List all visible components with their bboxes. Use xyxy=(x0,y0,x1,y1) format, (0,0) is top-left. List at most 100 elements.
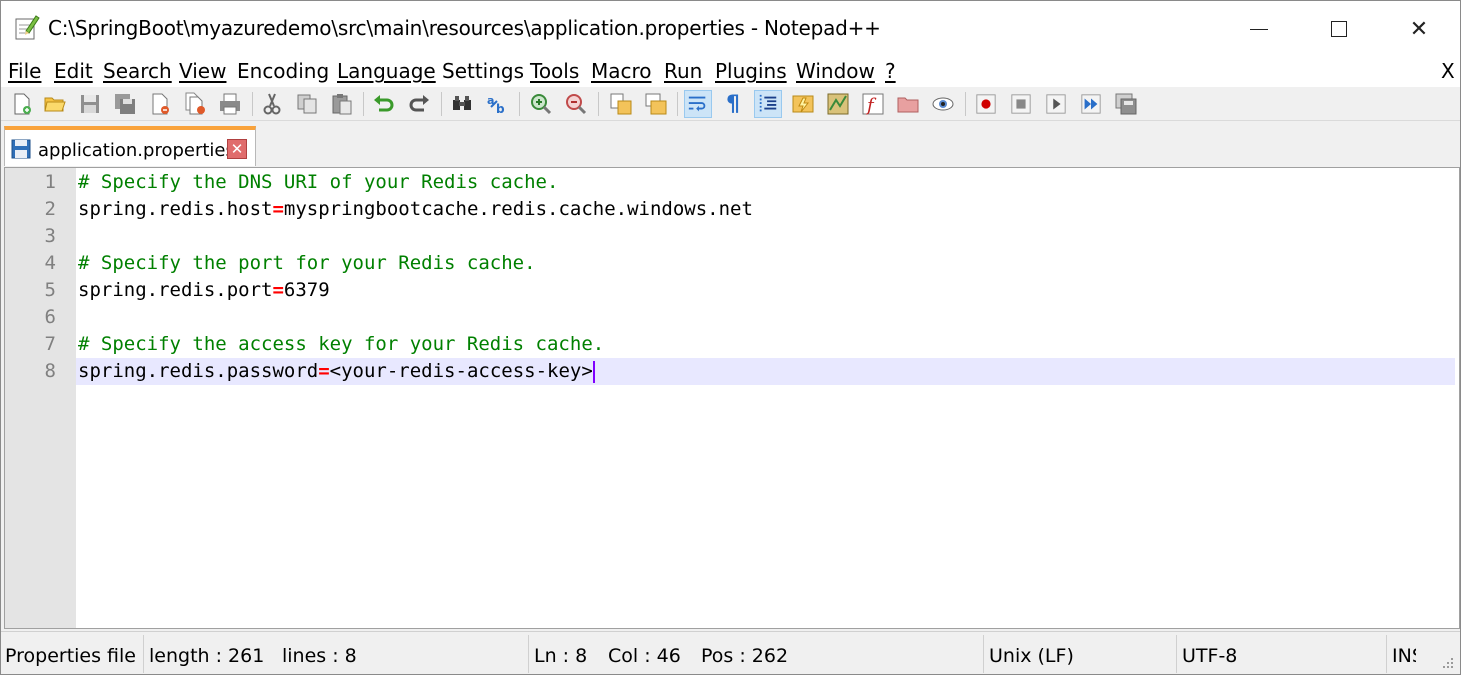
comment-text: # Specify the port for your Redis cache. xyxy=(78,252,536,274)
new-file-button[interactable] xyxy=(8,90,36,118)
maximize-icon xyxy=(1331,21,1347,37)
playback-macro-icon xyxy=(1046,94,1066,114)
toolbar-separator xyxy=(363,92,364,116)
menu-tools[interactable]: Tools xyxy=(530,59,579,83)
run-macro-multiple-button[interactable] xyxy=(1077,90,1105,118)
menu-bar: File Edit Search View Encoding Language … xyxy=(1,57,1460,87)
status-position: Pos : 262 xyxy=(701,645,789,667)
status-separator xyxy=(983,635,984,673)
print-button[interactable] xyxy=(216,90,244,118)
stop-recording-button[interactable] xyxy=(1007,90,1035,118)
saved-file-icon xyxy=(11,139,31,159)
open-file-button[interactable] xyxy=(41,90,69,118)
folder-workspace-icon xyxy=(897,97,919,113)
menu-plugins[interactable]: Plugins xyxy=(715,59,787,83)
code-line[interactable] xyxy=(76,304,1455,331)
window-title: C:\SpringBoot\myazuredemo\src\main\resou… xyxy=(48,16,881,40)
code-area[interactable]: # Specify the DNS URI of your Redis cach… xyxy=(76,168,1459,628)
close-document-button[interactable]: X xyxy=(1441,59,1455,83)
print-icon xyxy=(220,93,240,115)
menu-macro[interactable]: Macro xyxy=(591,59,652,83)
cut-button[interactable] xyxy=(258,90,286,118)
zoom-out-button[interactable] xyxy=(562,90,590,118)
copy-button[interactable] xyxy=(293,90,321,118)
menu-encoding[interactable]: Encoding xyxy=(237,59,329,83)
save-macro-button[interactable] xyxy=(1112,90,1140,118)
indent-guide-button[interactable] xyxy=(754,90,782,118)
code-line[interactable] xyxy=(76,223,1455,250)
current-code-line[interactable]: spring.redis.password=<your-redis-access… xyxy=(76,358,1455,385)
word-wrap-button[interactable] xyxy=(684,90,712,118)
status-encoding[interactable]: UTF-8 xyxy=(1182,645,1237,667)
menu-settings[interactable]: Settings xyxy=(442,59,524,83)
sync-horizontal-icon xyxy=(645,93,667,115)
code-line[interactable]: # Specify the access key for your Redis … xyxy=(76,331,1455,358)
zoom-in-button[interactable] xyxy=(527,90,555,118)
svg-text:b: b xyxy=(496,102,505,116)
line-number-gutter: 1 2 3 4 5 6 7 8 xyxy=(5,168,76,628)
status-length: length : 261 xyxy=(149,645,265,667)
close-file-icon xyxy=(152,93,169,115)
property-operator: = xyxy=(272,198,284,220)
tab-label: application.properties xyxy=(38,140,235,161)
property-key: spring.redis.port xyxy=(78,279,273,301)
function-list-icon: f xyxy=(862,93,884,116)
close-all-icon xyxy=(185,92,205,115)
save-all-button[interactable] xyxy=(111,90,139,118)
record-macro-button[interactable] xyxy=(972,90,1000,118)
run-macro-multiple-icon xyxy=(1081,94,1101,114)
title-bar[interactable]: C:\SpringBoot\myazuredemo\src\main\resou… xyxy=(1,1,1460,57)
save-all-icon xyxy=(115,94,135,114)
line-number: 6 xyxy=(44,306,56,328)
sync-vertical-button[interactable] xyxy=(607,90,635,118)
playback-macro-button[interactable] xyxy=(1042,90,1070,118)
save-button[interactable] xyxy=(76,90,104,118)
undo-button[interactable] xyxy=(370,90,398,118)
code-line[interactable]: # Specify the port for your Redis cache. xyxy=(76,250,1455,277)
code-line[interactable]: # Specify the DNS URI of your Redis cach… xyxy=(76,169,1455,196)
zoom-in-icon xyxy=(531,94,552,115)
menu-view[interactable]: View xyxy=(179,59,226,83)
minimize-button[interactable] xyxy=(1219,1,1299,57)
code-line[interactable]: spring.redis.port=6379 xyxy=(76,277,1455,304)
menu-search[interactable]: Search xyxy=(103,59,172,83)
new-file-icon xyxy=(14,93,31,115)
editor-pane[interactable]: 1 2 3 4 5 6 7 8 # Specify the DNS URI of… xyxy=(4,167,1460,629)
udl-button[interactable] xyxy=(789,90,817,118)
record-macro-icon xyxy=(976,94,996,114)
sync-horizontal-button[interactable] xyxy=(642,90,670,118)
tab-application-properties[interactable]: application.properties ✕ xyxy=(4,126,256,166)
code-line[interactable]: spring.redis.host=myspringbootcache.redi… xyxy=(76,196,1455,223)
monitoring-button[interactable] xyxy=(929,90,957,118)
maximize-button[interactable] xyxy=(1299,1,1379,57)
notepadpp-window: C:\SpringBoot\myazuredemo\src\main\resou… xyxy=(0,0,1461,675)
status-separator xyxy=(143,635,144,673)
status-eol[interactable]: Unix (LF) xyxy=(989,645,1074,667)
line-number: 5 xyxy=(44,279,56,301)
tab-close-button[interactable]: ✕ xyxy=(227,139,247,159)
status-insert-mode[interactable]: INS xyxy=(1392,645,1416,667)
find-button[interactable] xyxy=(448,90,476,118)
resize-grip-icon[interactable] xyxy=(1441,656,1455,670)
menu-help[interactable]: ? xyxy=(885,59,896,83)
menu-edit[interactable]: Edit xyxy=(54,59,93,83)
doc-map-button[interactable] xyxy=(824,90,852,118)
replace-icon: ab xyxy=(487,94,505,116)
paste-button[interactable] xyxy=(328,90,356,118)
menu-window[interactable]: Window xyxy=(796,59,875,83)
close-file-button[interactable] xyxy=(146,90,174,118)
menu-language[interactable]: Language xyxy=(337,59,436,83)
show-all-chars-icon: ¶ xyxy=(726,91,740,117)
replace-button[interactable]: ab xyxy=(483,90,511,118)
toolbar-separator xyxy=(252,92,253,116)
redo-button[interactable] xyxy=(405,90,433,118)
udl-icon xyxy=(792,95,814,113)
folder-workspace-button[interactable] xyxy=(894,90,922,118)
menu-file[interactable]: File xyxy=(8,59,41,83)
close-all-button[interactable] xyxy=(181,90,209,118)
function-list-button[interactable]: f xyxy=(859,90,887,118)
status-separator xyxy=(1176,635,1177,673)
show-all-chars-button[interactable]: ¶ xyxy=(719,90,747,118)
close-window-button[interactable]: ✕ xyxy=(1379,1,1459,57)
menu-run[interactable]: Run xyxy=(664,59,702,83)
